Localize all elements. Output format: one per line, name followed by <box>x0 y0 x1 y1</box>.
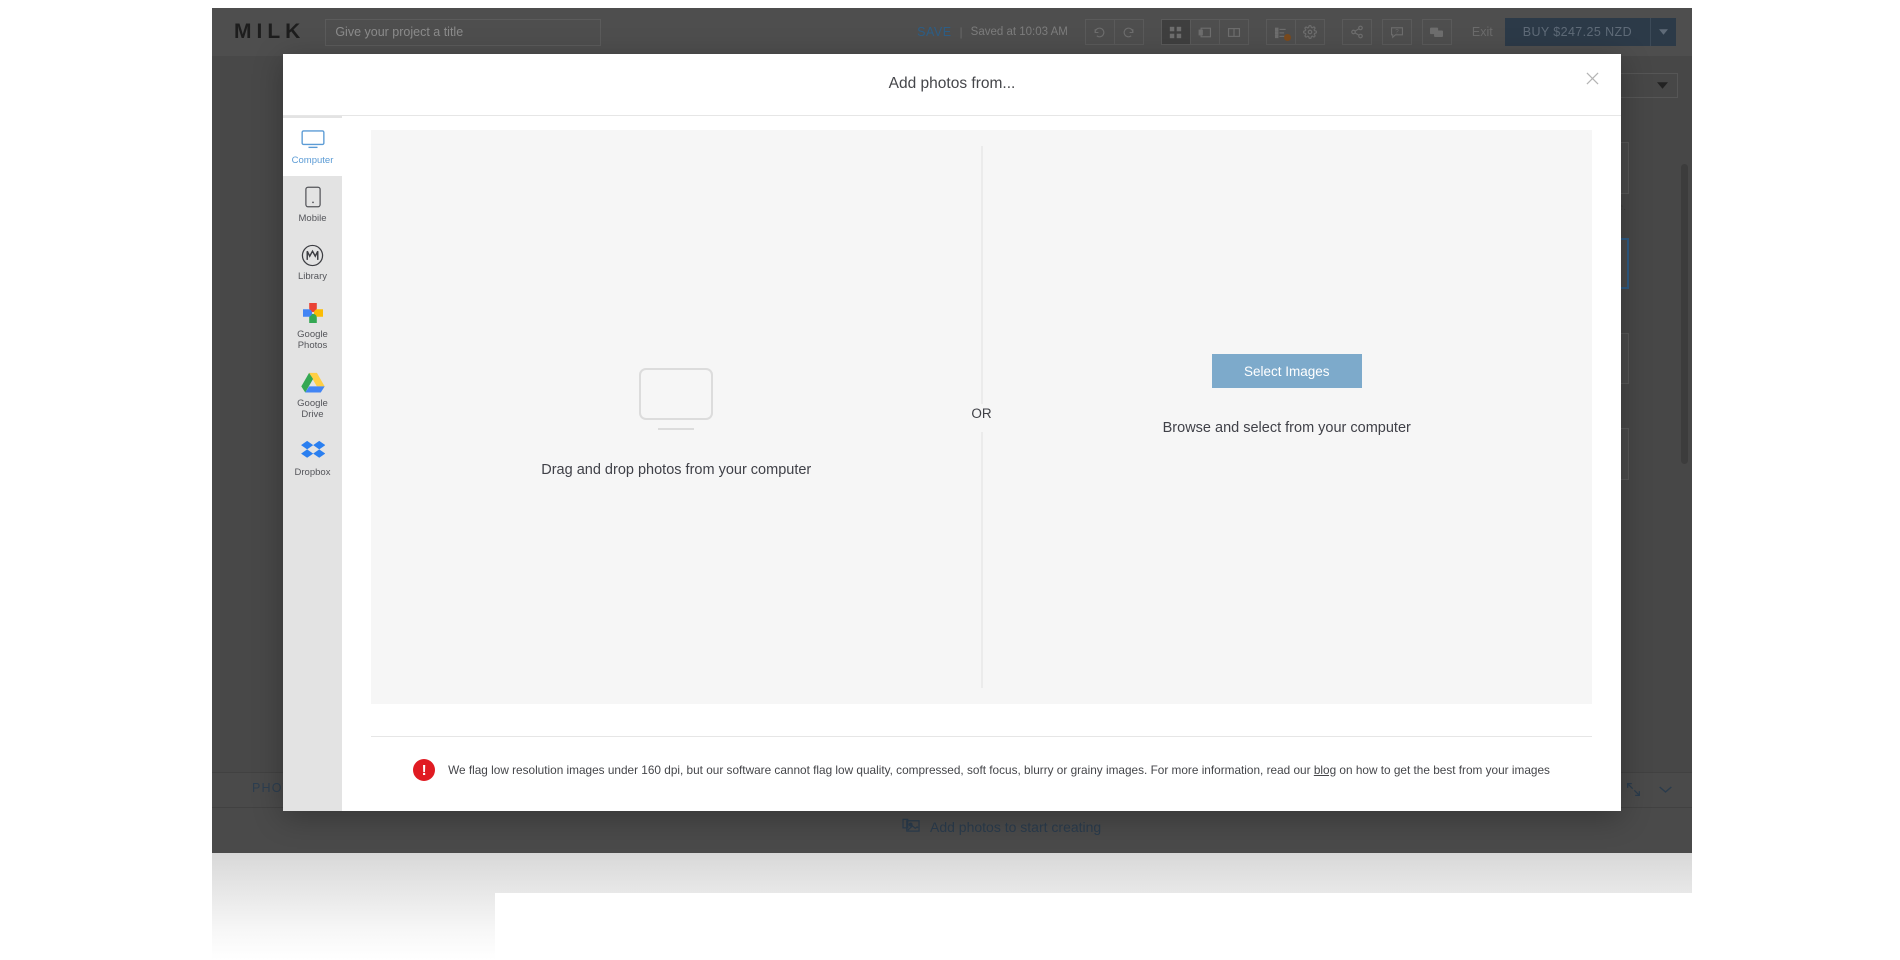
milk-library-icon <box>300 243 326 267</box>
sidebar-item-label: Google Photos <box>297 329 328 351</box>
sidebar-item-computer[interactable]: Computer <box>283 118 342 176</box>
footer-tools <box>1620 777 1678 801</box>
sidebar-item-google-drive[interactable]: Google Drive <box>283 361 342 430</box>
undo-redo-group <box>1084 19 1144 45</box>
dropzone[interactable]: Drag and drop photos from your computer … <box>371 130 1592 704</box>
monitor-icon <box>639 368 714 420</box>
modal-main: Drag and drop photos from your computer … <box>342 116 1621 811</box>
google-photos-icon <box>300 301 326 325</box>
sidebar-item-google-photos[interactable]: Google Photos <box>283 292 342 361</box>
buy-button[interactable]: BUY $247.25 NZD <box>1504 18 1650 46</box>
reflection-ghost-text <box>832 855 835 867</box>
comments-icon[interactable] <box>1421 19 1452 45</box>
buy-dropdown-caret-icon[interactable] <box>1650 18 1676 46</box>
modal-header: Add photos from... <box>283 54 1621 116</box>
dropzone-left-inner: Drag and drop photos from your computer <box>541 368 811 478</box>
header-right-tools: SAVE | Saved at 10:03 AM ? Exit BUY $247… <box>917 8 1692 56</box>
add-photos-cta-label: Add photos to start creating <box>930 818 1102 835</box>
add-photos-cta[interactable]: Add photos to start creating <box>902 817 1101 836</box>
close-icon[interactable] <box>1579 65 1605 91</box>
spread-view-icon[interactable] <box>1218 19 1249 45</box>
dropzone-right-inner: Select Images Browse and select from you… <box>1163 354 1411 436</box>
sidebar-item-mobile[interactable]: Mobile <box>283 176 342 234</box>
monitor-icon <box>300 127 326 151</box>
monitor-stand <box>658 428 695 430</box>
sidebar-item-label: Computer <box>291 155 334 166</box>
svg-text:?: ? <box>1395 28 1399 35</box>
dropzone-left[interactable]: Drag and drop photos from your computer <box>371 130 982 704</box>
google-drive-icon <box>300 370 326 394</box>
sidebar-item-label: Dropbox <box>294 467 331 478</box>
save-separator: | <box>959 25 963 39</box>
dropzone-right: Select Images Browse and select from you… <box>982 130 1593 704</box>
save-button[interactable]: SAVE <box>917 25 951 39</box>
sidebar-item-label: Mobile <box>298 213 327 224</box>
sidebar-item-library[interactable]: Library <box>283 234 342 292</box>
redo-icon[interactable] <box>1113 19 1144 45</box>
exclamation-icon: ! <box>413 759 436 781</box>
notification-badge <box>1283 34 1291 41</box>
sidebar-item-label: Library <box>297 271 328 282</box>
expand-icon[interactable] <box>1620 777 1646 801</box>
window-reflection <box>212 853 1833 960</box>
dropbox-icon <box>300 439 326 463</box>
inspector-scrollbar[interactable] <box>1681 164 1688 464</box>
exit-button[interactable]: Exit <box>1472 25 1493 39</box>
single-page-icon[interactable] <box>1189 19 1220 45</box>
notice-text-before: We flag low resolution images under 160 … <box>448 762 1314 777</box>
notice-text-after: on how to get the best from your images <box>1336 762 1550 777</box>
app-header: MILK SAVE | Saved at 10:03 AM <box>212 8 1692 56</box>
dropzone-right-caption: Browse and select from your computer <box>1162 420 1411 436</box>
reflection-card <box>495 893 1833 960</box>
source-sidebar: Computer Mobile Library Google Photos Go… <box>283 116 342 811</box>
layers-list-icon[interactable] <box>1265 19 1296 45</box>
share-help-group: ? <box>1341 19 1452 45</box>
notice-text: We flag low resolution images under 160 … <box>448 763 1550 778</box>
chevron-down-icon[interactable] <box>1652 777 1678 801</box>
mobile-device-icon <box>300 185 326 209</box>
share-icon[interactable] <box>1341 19 1372 45</box>
modal-body: Computer Mobile Library Google Photos Go… <box>283 116 1621 811</box>
undo-icon[interactable] <box>1084 19 1115 45</box>
grid-view-icon[interactable] <box>1160 19 1191 45</box>
photo-placeholder-icon <box>902 817 921 836</box>
select-images-button[interactable]: Select Images <box>1211 354 1362 388</box>
blog-link[interactable]: blog <box>1314 763 1336 777</box>
project-title-input[interactable] <box>325 18 602 46</box>
dropzone-left-caption: Drag and drop photos from your computer <box>541 462 812 478</box>
tools-group <box>1265 19 1325 45</box>
sidebar-item-dropbox[interactable]: Dropbox <box>283 430 342 488</box>
sidebar-item-label: Google Drive <box>297 398 328 420</box>
modal-footer-notice: ! We flag low resolution images under 16… <box>371 736 1592 781</box>
settings-gear-icon[interactable] <box>1294 19 1325 45</box>
view-mode-group <box>1160 19 1249 45</box>
saved-timestamp: Saved at 10:03 AM <box>970 26 1068 38</box>
app-logo: MILK <box>234 20 306 43</box>
add-photos-modal: Add photos from... Computer Mobile Libra… <box>283 54 1621 811</box>
help-icon[interactable]: ? <box>1381 19 1412 45</box>
screen: MILK SAVE | Saved at 10:03 AM <box>0 0 1900 960</box>
modal-title: Add photos from... <box>888 75 1016 92</box>
